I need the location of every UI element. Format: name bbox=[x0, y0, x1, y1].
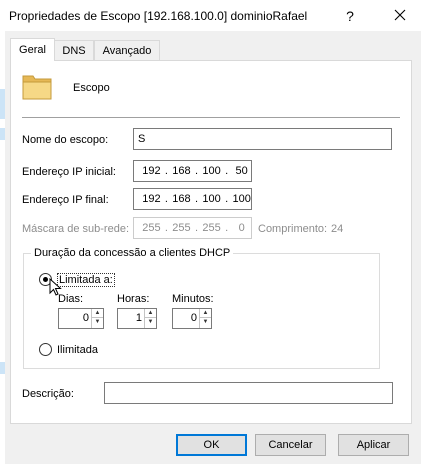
days-value: 0 bbox=[82, 312, 89, 324]
unlimited-radio[interactable] bbox=[39, 343, 52, 356]
subnet-mask-input: 255. 255. 255. 0 bbox=[133, 217, 252, 239]
spin-down-icon[interactable]: ▼ bbox=[145, 318, 156, 327]
days-label: Dias: bbox=[58, 293, 84, 305]
close-button[interactable] bbox=[387, 4, 413, 26]
radio-selected-dot bbox=[43, 277, 48, 282]
end-ip-label: Endereço IP final: bbox=[22, 194, 109, 206]
tab-panel-geral bbox=[10, 60, 412, 424]
tab-dns[interactable]: DNS bbox=[54, 40, 94, 60]
ip-octet: 100 bbox=[232, 193, 251, 205]
days-spinner[interactable]: 0 ▲ ▼ bbox=[58, 308, 104, 329]
ip-octet: 255 bbox=[172, 222, 191, 234]
ip-octet: 168 bbox=[172, 193, 191, 205]
scope-name-label: Nome do escopo: bbox=[22, 134, 109, 146]
lease-duration-title: Duração da concessão a clientes DHCP bbox=[31, 247, 234, 259]
ip-octet: 192 bbox=[142, 165, 161, 177]
unlimited-label[interactable]: Ilimitada bbox=[57, 344, 98, 356]
background-selection bbox=[0, 362, 5, 374]
minutes-label: Minutos: bbox=[172, 293, 214, 305]
description-input[interactable] bbox=[104, 382, 393, 404]
ip-octet: 255 bbox=[202, 222, 221, 234]
hours-value: 1 bbox=[135, 312, 142, 324]
tab-geral[interactable]: Geral bbox=[10, 38, 55, 61]
ok-button[interactable]: OK bbox=[176, 434, 247, 456]
spin-up-icon[interactable]: ▲ bbox=[200, 309, 211, 318]
start-ip-input[interactable]: 192. 168. 100. 50 bbox=[133, 160, 252, 182]
ip-octet: 100 bbox=[202, 193, 221, 205]
tab-avancado[interactable]: Avançado bbox=[94, 40, 160, 60]
ip-octet: 0 bbox=[238, 222, 245, 234]
spin-up-icon[interactable]: ▲ bbox=[145, 309, 156, 318]
length-value: 24 bbox=[331, 223, 344, 235]
hours-label: Horas: bbox=[117, 293, 150, 305]
folder-icon bbox=[22, 72, 52, 100]
minutes-value: 0 bbox=[190, 312, 197, 324]
limited-label[interactable]: Limitada a: bbox=[57, 273, 115, 287]
ip-octet: 255 bbox=[142, 222, 161, 234]
spin-down-icon[interactable]: ▼ bbox=[92, 318, 103, 327]
background-selection bbox=[0, 89, 5, 119]
help-button[interactable]: ? bbox=[340, 6, 360, 26]
scope-name-input[interactable]: S bbox=[133, 128, 392, 150]
description-label: Descrição: bbox=[22, 388, 74, 400]
ip-octet: 100 bbox=[202, 165, 221, 177]
spin-down-icon[interactable]: ▼ bbox=[200, 318, 211, 327]
spin-up-icon[interactable]: ▲ bbox=[92, 309, 103, 318]
ip-octet: 168 bbox=[172, 165, 191, 177]
length-label: Comprimento: bbox=[258, 223, 328, 235]
start-ip-label: Endereço IP inicial: bbox=[22, 166, 116, 178]
scope-label: Escopo bbox=[73, 82, 110, 94]
close-icon bbox=[394, 9, 406, 21]
divider bbox=[22, 117, 400, 118]
apply-button[interactable]: Aplicar bbox=[338, 434, 409, 456]
minutes-spinner[interactable]: 0 ▲ ▼ bbox=[172, 308, 212, 329]
window-title: Propriedades de Escopo [192.168.100.0] d… bbox=[9, 9, 308, 23]
ip-octet: 192 bbox=[142, 193, 161, 205]
ip-octet: 50 bbox=[235, 165, 248, 177]
hours-spinner[interactable]: 1 ▲ ▼ bbox=[117, 308, 157, 329]
end-ip-input[interactable]: 192. 168. 100. 100 bbox=[133, 188, 252, 210]
background-selection bbox=[0, 128, 5, 140]
scope-name-value: S bbox=[138, 133, 146, 145]
subnet-mask-label: Máscara de sub-rede: bbox=[22, 223, 129, 235]
cancel-button[interactable]: Cancelar bbox=[255, 434, 326, 456]
